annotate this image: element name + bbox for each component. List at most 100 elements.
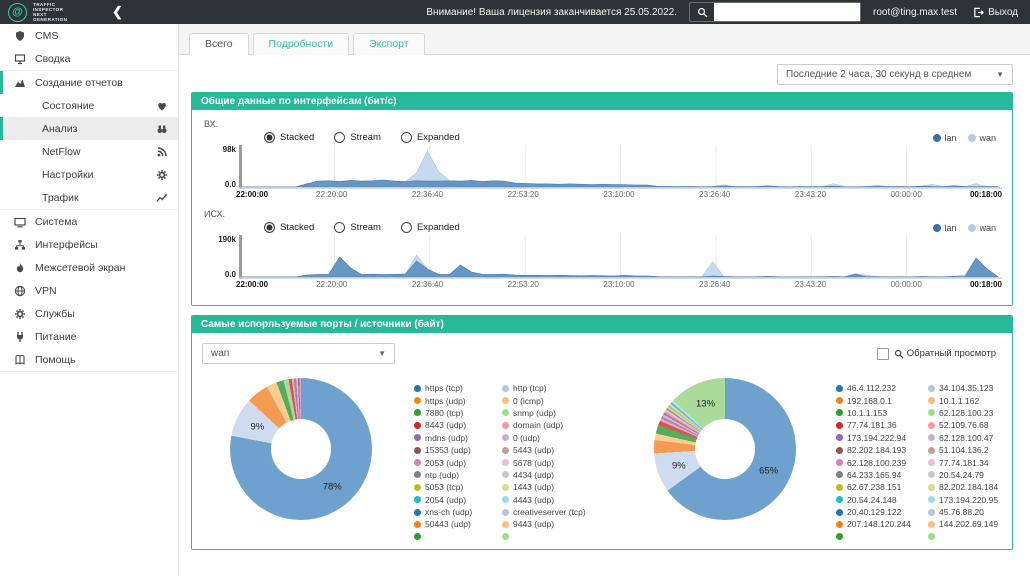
reverse-view-toggle[interactable]: Обратный просмотр	[877, 348, 996, 360]
sidebar-item-help[interactable]: Помощь	[0, 348, 178, 372]
legend-item[interactable]: creativeserver (tcp)	[502, 507, 598, 517]
interfaces-panel: Общие данные по интерфейсам (бит/с) ВХ. …	[191, 92, 1013, 306]
legend-item[interactable]: 62.128.100.47	[928, 433, 1013, 443]
legend-item[interactable]: 5443 (udp)	[502, 445, 598, 455]
reverse-view-checkbox[interactable]	[877, 348, 889, 360]
legend-item[interactable]: 64.233.165.94	[836, 470, 928, 480]
legend-item[interactable]: 82.202.184.193	[836, 445, 928, 455]
legend-item[interactable]: 51.104.136.2	[928, 445, 1013, 455]
radio-icon[interactable]	[401, 132, 412, 143]
legend-item[interactable]: 5678 (udp)	[502, 458, 598, 468]
sidebar-item-vpn[interactable]: VPN	[0, 279, 178, 302]
sidebar-item-power[interactable]: Питание	[0, 325, 178, 348]
legend-item[interactable]: 0 (icmp)	[502, 396, 598, 406]
series-legend-wan[interactable]: wan	[968, 223, 996, 233]
sidebar-item-summary[interactable]: Сводка	[0, 47, 178, 70]
mode-radio-expanded[interactable]: Expanded	[401, 132, 460, 143]
mode-radio-stream[interactable]: Stream	[334, 222, 381, 233]
legend-item[interactable]: 62.67.238.151	[836, 482, 928, 492]
sidebar-item-settings[interactable]: Настройки	[0, 163, 178, 186]
tab-Экспорт[interactable]: Экспорт	[353, 33, 424, 55]
tab-Всего[interactable]: Всего	[189, 33, 249, 55]
legend-item[interactable]: 62.128.100.23	[928, 408, 1013, 418]
sidebar-item-interfaces[interactable]: Интерфейсы	[0, 233, 178, 256]
sidebar-item-system[interactable]: Система	[0, 209, 178, 233]
legend-item[interactable]: mdns (udp)	[414, 433, 502, 443]
legend-item[interactable]: 77.74.181.36	[836, 420, 928, 430]
series-legend-lan[interactable]: lan	[933, 223, 956, 233]
search-icon[interactable]	[690, 3, 714, 21]
user-menu[interactable]: root@ting.max.test	[873, 7, 957, 18]
sidebar-item-health[interactable]: Состояние	[0, 94, 178, 117]
legend-item[interactable]: xns-ch (udp)	[414, 507, 502, 517]
legend-item[interactable]: 46.4.112.232	[836, 383, 928, 393]
legend-item[interactable]: 10.1.1.162	[928, 396, 1013, 406]
legend-item[interactable]: 192.168.0.1	[836, 396, 928, 406]
series-legend-lan[interactable]: lan	[933, 133, 956, 143]
interface-select[interactable]: wan▼	[202, 343, 395, 364]
legend-item[interactable]: 45.76.88.20	[928, 507, 1013, 517]
legend-item[interactable]: 50443 (udp)	[414, 519, 502, 529]
sidebar-item-traffic[interactable]: Трафик	[0, 186, 178, 209]
legend-item[interactable]: 34.104.35.123	[928, 383, 1013, 393]
legend-item[interactable]: 62.128.100.239	[836, 458, 928, 468]
legend-item[interactable]: 9443 (udp)	[502, 519, 598, 529]
period-select[interactable]: Последние 2 часа, 30 секунд в среднем▼	[777, 64, 1013, 85]
legend-item[interactable]: 4443 (udp)	[502, 495, 598, 505]
sidebar-item-cms[interactable]: CMS	[0, 24, 178, 47]
legend-item[interactable]: 173.194.222.94	[836, 433, 928, 443]
radio-icon[interactable]	[334, 222, 345, 233]
app-logo[interactable]: @ TRAFFICINSPECTORNEXTGENERATION	[0, 2, 104, 22]
legend-item[interactable]: 2054 (udp)	[414, 495, 502, 505]
legend-item[interactable]: 7880 (tcp)	[414, 408, 502, 418]
legend-item[interactable]: http (tcp)	[502, 383, 598, 393]
legend-item[interactable]: https (tcp)	[414, 383, 502, 393]
legend-item[interactable]: 20.54.24.79	[928, 470, 1013, 480]
search-input[interactable]	[714, 3, 860, 21]
legend-item[interactable]: 20.54.24.148	[836, 495, 928, 505]
legend-item[interactable]: 77.74.181.34	[928, 458, 1013, 468]
legend-item[interactable]: 15353 (udp)	[414, 445, 502, 455]
tab-Подробности[interactable]: Подробности	[253, 33, 350, 55]
legend-item[interactable]: 82.202.184.184	[928, 482, 1013, 492]
sidebar-item-services[interactable]: Службы	[0, 302, 178, 325]
legend-item[interactable]: 0 (udp)	[502, 433, 598, 443]
logout-button[interactable]: Выход	[973, 7, 1018, 18]
radio-icon[interactable]	[264, 132, 275, 143]
legend-item[interactable]: 1443 (udp)	[502, 482, 598, 492]
legend-item[interactable]: ntp (udp)	[414, 470, 502, 480]
legend-item[interactable]: 52.109.76.68	[928, 420, 1013, 430]
legend-item[interactable]: domain (udp)	[502, 420, 598, 430]
legend-item[interactable]: 20.40.129.122	[836, 507, 928, 517]
mode-radio-stream[interactable]: Stream	[334, 132, 381, 143]
mode-radio-stacked[interactable]: Stacked	[264, 132, 314, 143]
series-legend-wan[interactable]: wan	[968, 133, 996, 143]
sidebar-item-analysis[interactable]: Анализ	[0, 117, 178, 140]
legend-item[interactable]: 207.148.120.244	[836, 519, 928, 529]
sidebar-item-netflow[interactable]: NetFlow	[0, 140, 178, 163]
mode-radio-stacked[interactable]: Stacked	[264, 222, 314, 233]
radio-icon[interactable]	[334, 132, 345, 143]
sidebar-collapse-button[interactable]: ❮	[104, 4, 131, 20]
legend-item[interactable]: 10.1.1.153	[836, 408, 928, 418]
sidebar-item-reporting[interactable]: Создание отчетов	[0, 70, 178, 94]
interfaces-panel-title: Общие данные по интерфейсам (бит/с)	[192, 93, 1012, 110]
legend-item[interactable]: 4434 (udp)	[502, 470, 598, 480]
legend-item[interactable]	[414, 533, 502, 540]
legend-item[interactable]	[836, 533, 928, 540]
legend-item[interactable]: 144.202.69.149	[928, 519, 1013, 529]
radio-icon[interactable]	[264, 222, 275, 233]
sidebar-item-firewall[interactable]: Межсетевой экран	[0, 256, 178, 279]
legend-item[interactable]: 5053 (tcp)	[414, 482, 502, 492]
radio-icon[interactable]	[401, 222, 412, 233]
mode-radio-expanded[interactable]: Expanded	[401, 222, 460, 233]
ports-donut-chart[interactable]: 78%9%	[230, 378, 372, 520]
legend-item[interactable]: 8443 (udp)	[414, 420, 502, 430]
legend-item[interactable]: 173.194.220.95	[928, 495, 1013, 505]
legend-item[interactable]: 2053 (udp)	[414, 458, 502, 468]
legend-item[interactable]	[928, 533, 1013, 540]
legend-item[interactable]: https (udp)	[414, 396, 502, 406]
legend-item[interactable]: snmp (udp)	[502, 408, 598, 418]
legend-item[interactable]	[502, 533, 598, 540]
sources-donut-chart[interactable]: 65%9%13%	[654, 378, 796, 520]
